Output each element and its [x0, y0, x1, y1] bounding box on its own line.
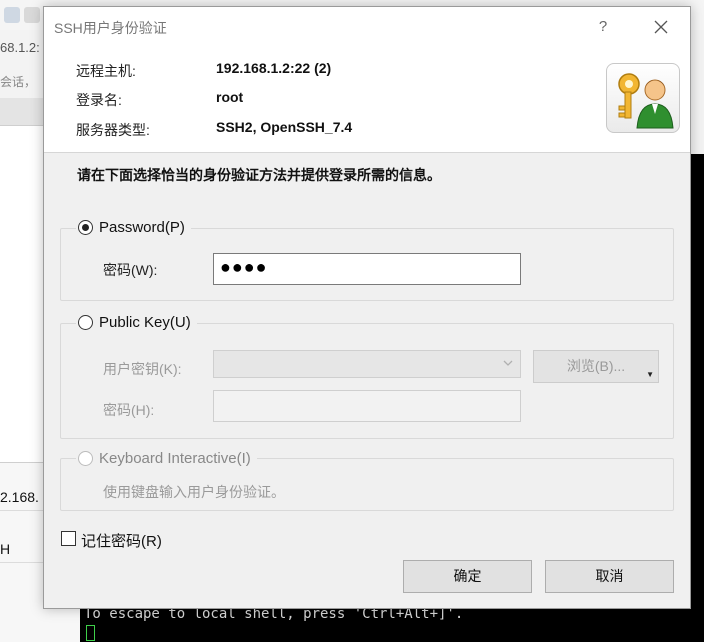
user-key-avatar-icon	[606, 63, 680, 133]
chevron-down-icon	[503, 360, 513, 366]
help-button[interactable]: ?	[590, 14, 616, 40]
password-radio[interactable]: Password(P)	[76, 219, 191, 236]
close-button[interactable]	[644, 11, 678, 43]
radio-disabled-icon	[78, 451, 93, 466]
dialog-title: SSH用户身份验证	[54, 20, 167, 36]
ssh-auth-dialog: SSH用户身份验证 ? 远程主机: 192.168.1.2:22 (2) 登录名…	[43, 6, 691, 609]
sessions-label-fragment: 会话，​	[0, 75, 37, 89]
address-bar-fragment[interactable]: 68.1.2:	[0, 36, 44, 60]
keyboard-interactive-label: Keyboard Interactive(I)	[99, 450, 251, 467]
keyboard-interactive-hint: 使用键盘输入用户身份验证。	[103, 484, 285, 500]
ok-button[interactable]: 确定	[403, 560, 532, 593]
remember-password-label: 记住密码(R)	[81, 533, 162, 550]
session-panel	[0, 126, 44, 462]
terminal-cursor	[86, 625, 95, 641]
new-session-icon[interactable]	[24, 7, 40, 23]
user-key-label: 用户密钥(K):	[103, 361, 182, 377]
public-key-radio-label: Public Key(U)	[99, 314, 191, 331]
instruction-text: 请在下面选择恰当的身份验证方法并提供登录所需的信息。	[77, 167, 441, 183]
host-label: 远程主机:	[76, 63, 136, 79]
password-masked-value: ●●●●	[220, 257, 268, 277]
login-label: 登录名:	[76, 92, 122, 108]
column-header-fragment	[0, 98, 44, 126]
link-icon[interactable]	[4, 7, 20, 23]
cancel-button[interactable]: 取消	[545, 560, 674, 593]
connection-info-panel: 远程主机: 192.168.1.2:22 (2) 登录名: root 服务器类型…	[44, 47, 690, 153]
passphrase-label: 密码(H):	[103, 402, 155, 418]
user-key-select[interactable]	[213, 350, 521, 378]
server-type-value: SSH2, OpenSSH_7.4	[216, 119, 353, 135]
dialog-titlebar[interactable]: SSH用户身份验证 ?	[44, 7, 690, 47]
host-value: 192.168.1.2:22 (2)	[216, 60, 332, 76]
browse-button-label: 浏览(B)...	[566, 358, 626, 374]
login-value: root	[216, 89, 244, 105]
password-input[interactable]: ●●●●	[213, 253, 521, 285]
passphrase-input[interactable]	[213, 390, 521, 422]
password-radio-label: Password(P)	[99, 219, 185, 236]
server-type-label: 服务器类型:	[76, 122, 150, 138]
password-field-label: 密码(W):	[103, 262, 158, 278]
remember-password-checkbox[interactable]	[61, 531, 76, 546]
public-key-radio[interactable]: Public Key(U)	[76, 314, 197, 331]
radio-unselected-icon	[78, 315, 93, 330]
dropdown-triangle-icon: ▼	[646, 370, 654, 379]
keyboard-interactive-radio[interactable]: Keyboard Interactive(I)	[76, 450, 257, 467]
radio-selected-icon	[78, 220, 93, 235]
browse-button[interactable]: 浏览(B)... ▼	[533, 350, 659, 383]
close-icon	[654, 20, 668, 34]
